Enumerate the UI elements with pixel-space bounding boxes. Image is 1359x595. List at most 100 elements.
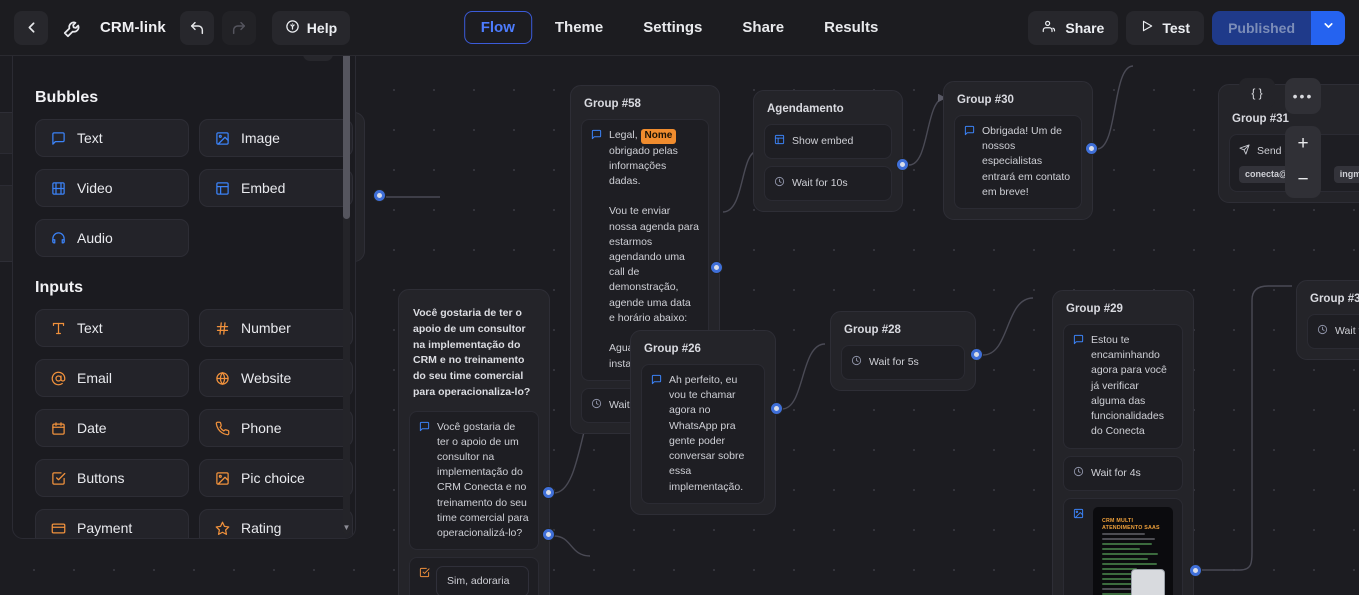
redo-button[interactable] [221, 10, 256, 45]
block-item-text-input[interactable]: Text [35, 309, 189, 347]
group-29-text-block[interactable]: Estou te encaminhando agora para você já… [1063, 324, 1183, 449]
type-icon [50, 321, 67, 336]
check-square-icon [50, 471, 67, 486]
image-icon [214, 471, 231, 486]
tab-theme[interactable]: Theme [538, 11, 620, 44]
scroll-down-arrow-icon[interactable]: ▼ [342, 523, 351, 532]
share-button[interactable]: Share [1028, 10, 1119, 45]
block-item-label: Image [241, 130, 280, 146]
group-29-image-preview: CRM MULTI ATENDIMENTO SAAS [1093, 506, 1173, 595]
block-item-website-input[interactable]: Website [199, 359, 353, 397]
clock-icon [591, 398, 602, 414]
block-item-phone-input[interactable]: Phone [199, 409, 353, 447]
group-30-right-wait-label: Wait for 5s [1335, 325, 1359, 337]
block-item-payment-input[interactable]: Payment [35, 509, 189, 538]
block-item-label: Video [77, 180, 113, 196]
layout-icon [214, 181, 231, 196]
panel-scrollbar-thumb[interactable] [343, 39, 350, 219]
connector-dot-center-top[interactable] [543, 487, 554, 498]
undo-icon [189, 20, 205, 36]
group-26-text-block[interactable]: Ah perfeito, eu vou te chamar agora no W… [641, 364, 765, 504]
group-node-28[interactable]: Group #28 Wait for 5s [830, 311, 976, 392]
block-item-rating-input[interactable]: Rating [199, 509, 353, 538]
agendamento-embed-block[interactable]: Show embed [764, 124, 892, 160]
zoom-controls: + − [1285, 126, 1321, 198]
connector-dot-agendamento[interactable] [897, 159, 908, 170]
tab-flow[interactable]: Flow [463, 11, 532, 44]
group-28-wait-block[interactable]: Wait for 5s [841, 345, 965, 381]
tab-results[interactable]: Results [807, 11, 895, 44]
zoom-out-button[interactable]: − [1285, 162, 1321, 198]
tab-share[interactable]: Share [725, 11, 801, 44]
connector-dot-group-26[interactable] [771, 403, 782, 414]
message-square-icon [419, 421, 430, 437]
zoom-in-button[interactable]: + [1285, 126, 1321, 162]
undo-button[interactable] [179, 10, 214, 45]
toolbar-left-group: CRM-link Help [0, 10, 351, 45]
connector-dot-group-28[interactable] [971, 349, 982, 360]
group-30-top-message: Obrigada! Um de nossos especialistas ent… [982, 125, 1071, 198]
hash-icon [214, 321, 231, 336]
block-item-date-input[interactable]: Date [35, 409, 189, 447]
block-item-label: Email [77, 370, 113, 386]
block-item-email-input[interactable]: Email [35, 359, 189, 397]
block-item-video-bubble[interactable]: Video [35, 169, 189, 207]
help-button[interactable]: Help [271, 10, 351, 45]
block-item-text-bubble[interactable]: Text [35, 119, 189, 157]
center-text-block[interactable]: Você gostaria de ter o apoio de um consu… [409, 410, 539, 551]
clock-icon [1073, 466, 1084, 482]
inputs-grid: Text Number Email Website Date Phone But… [13, 309, 355, 538]
image-icon [214, 131, 231, 146]
group-29-wait-label: Wait for 4s [1091, 466, 1141, 479]
group-node-agendamento[interactable]: Agendamento Show embed Wait for 10s [753, 90, 903, 213]
center-buttons-block[interactable]: Sim, adoraria Não, eu consigo sozinho Se… [409, 557, 539, 595]
block-item-pic-choice-input[interactable]: Pic choice [199, 459, 353, 497]
group-30-right-wait-block[interactable]: Wait for 5s [1307, 314, 1359, 350]
block-item-label: Phone [241, 420, 282, 436]
group-node-26[interactable]: Group #26 Ah perfeito, eu vou te chamar … [630, 330, 776, 515]
group-node-30-right[interactable]: Group #30 Wait for 5s [1296, 280, 1359, 361]
group-node-center[interactable]: Você gostaria de ter o apoio de um consu… [398, 289, 550, 595]
block-item-number-input[interactable]: Number [199, 309, 353, 347]
group-30-top-text-block[interactable]: Obrigada! Um de nossos especialistas ent… [954, 115, 1082, 210]
wrench-icon[interactable] [62, 17, 84, 39]
poster-title: CRM MULTI ATENDIMENTO SAAS [1102, 517, 1160, 532]
clock-icon [774, 176, 785, 192]
connector-dot-center-bottom[interactable] [543, 529, 554, 540]
message-square-icon [591, 129, 602, 145]
test-button[interactable]: Test [1126, 10, 1205, 45]
panel-scrollbar[interactable] [343, 21, 350, 534]
group-28-wait-label: Wait for 5s [869, 356, 919, 368]
users-icon [1042, 19, 1057, 37]
block-item-label: Payment [77, 520, 133, 536]
variables-button[interactable]: { } [1239, 78, 1275, 108]
agendamento-wait-label: Wait for 10s [792, 177, 848, 190]
tab-settings[interactable]: Settings [626, 11, 719, 44]
center-choice-0[interactable]: Sim, adoraria [436, 566, 529, 595]
agendamento-title: Agendamento [767, 103, 844, 115]
published-button[interactable]: Published [1212, 10, 1311, 45]
block-item-audio-bubble[interactable]: Audio [35, 219, 189, 257]
connector-dot-hidden-left[interactable] [374, 190, 385, 201]
group-29-wait-block[interactable]: Wait for 4s [1063, 455, 1183, 491]
connector-dot-group-30-top[interactable] [1086, 143, 1097, 154]
more-options-button[interactable]: ••• [1285, 78, 1321, 114]
group-node-29[interactable]: Group #29 Estou te encaminhando agora pa… [1052, 290, 1194, 595]
connector-dot-group-29[interactable] [1190, 565, 1201, 576]
center-message: Você gostaria de ter o apoio de um consu… [437, 420, 529, 540]
back-button[interactable] [14, 10, 48, 45]
block-item-label: Text [77, 320, 103, 336]
chevron-left-icon [23, 19, 40, 36]
block-item-embed-bubble[interactable]: Embed [199, 169, 353, 207]
block-item-image-bubble[interactable]: Image [199, 119, 353, 157]
send-icon [1239, 144, 1250, 160]
top-toolbar: CRM-link Help Flow Theme Settings Share … [0, 0, 1359, 56]
block-item-buttons-input[interactable]: Buttons [35, 459, 189, 497]
group-29-image-block[interactable]: CRM MULTI ATENDIMENTO SAAS [1063, 497, 1183, 595]
block-item-label: Pic choice [241, 470, 305, 486]
group-node-30-top[interactable]: Group #30 Obrigada! Um de nossos especia… [943, 81, 1093, 221]
published-dropdown-button[interactable] [1311, 10, 1345, 45]
agendamento-wait-block[interactable]: Wait for 10s [764, 166, 892, 202]
project-name: CRM-link [100, 19, 166, 36]
connector-dot-group-58[interactable] [711, 262, 722, 273]
